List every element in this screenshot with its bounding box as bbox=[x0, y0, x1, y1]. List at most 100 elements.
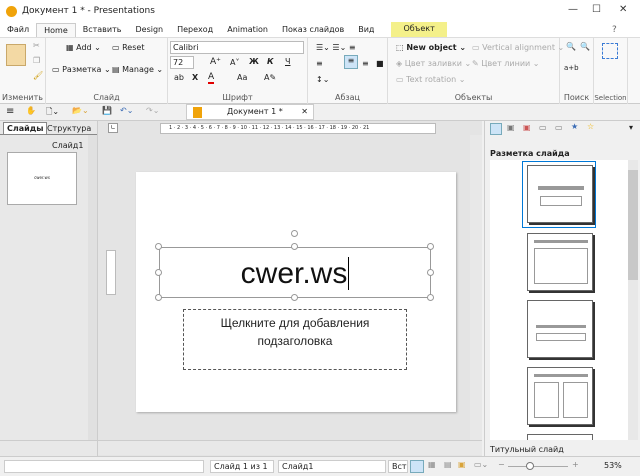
editor-vertical-scrollbar[interactable] bbox=[470, 135, 482, 440]
layout-title-slide[interactable] bbox=[527, 165, 593, 223]
layout-section-header[interactable] bbox=[527, 300, 593, 358]
tab-design[interactable]: Design bbox=[128, 23, 170, 38]
paste-icon[interactable] bbox=[6, 44, 26, 66]
resize-handle[interactable] bbox=[427, 269, 434, 276]
minimize-button[interactable]: — bbox=[568, 4, 578, 15]
vertical-ruler[interactable] bbox=[106, 250, 116, 295]
slide-thumbnail[interactable]: cwer.ws bbox=[7, 152, 77, 205]
object-icon[interactable]: ▭ bbox=[555, 123, 563, 132]
editor-horizontal-scrollbar[interactable] bbox=[98, 440, 482, 455]
justify-icon[interactable]: ■ bbox=[376, 59, 384, 68]
menu-icon[interactable]: ≡ bbox=[6, 106, 14, 117]
hand-icon[interactable]: ✋ bbox=[26, 106, 36, 115]
tab-slides[interactable]: Слайды bbox=[3, 122, 48, 134]
favorite-star-icon[interactable]: ☆ bbox=[587, 122, 594, 131]
align-right-icon[interactable]: ≡ bbox=[362, 59, 369, 68]
align-left-icon[interactable]: ≡ bbox=[316, 59, 323, 68]
font-size-select[interactable]: 72 bbox=[170, 56, 194, 69]
close-tab-icon[interactable]: ✕ bbox=[301, 105, 308, 119]
grow-font-icon[interactable]: A⁺ bbox=[210, 57, 221, 67]
vertical-alignment-button[interactable]: ▭ Vertical alignment ⌄ bbox=[472, 43, 564, 52]
layout-two-content[interactable] bbox=[527, 367, 593, 425]
tab-stop-icon[interactable]: ∟ bbox=[108, 123, 118, 133]
resize-handle[interactable] bbox=[427, 243, 434, 250]
normal-view-icon[interactable] bbox=[410, 460, 424, 473]
panel-menu-icon[interactable]: ▾ bbox=[629, 123, 633, 132]
new-object-button[interactable]: ⬚ New object ⌄ bbox=[396, 43, 466, 52]
design-icon[interactable]: ▣ bbox=[523, 123, 531, 132]
cut-icon[interactable]: ✂ bbox=[33, 41, 40, 50]
copy-icon[interactable]: ❐ bbox=[33, 56, 40, 65]
resize-handle[interactable] bbox=[155, 294, 162, 301]
bullets-icon[interactable]: ☰⌄ ☰⌄ ≡ bbox=[316, 43, 356, 52]
shrink-font-icon[interactable]: A˅ bbox=[230, 58, 239, 67]
layout-scrollbar[interactable] bbox=[628, 160, 638, 440]
animation-star-icon[interactable]: ★ bbox=[571, 122, 578, 131]
document-tab[interactable]: Документ 1 * ✕ bbox=[186, 104, 314, 120]
tab-insert[interactable]: Вставить bbox=[76, 23, 129, 38]
slide-sorter-icon[interactable]: ▦ bbox=[428, 460, 436, 469]
redo-icon[interactable]: ↷⌄ bbox=[146, 106, 159, 115]
horizontal-ruler[interactable]: 1 · 2 · 3 · 4 · 5 · 6 · 7 · 8 · 9 · 10 ·… bbox=[160, 123, 436, 134]
align-center-button[interactable]: ≡ bbox=[344, 55, 358, 69]
save-icon[interactable]: 💾 bbox=[102, 106, 112, 115]
italic-button[interactable]: К bbox=[267, 57, 274, 66]
replace-icon[interactable]: a+b bbox=[564, 64, 579, 72]
transition-icon[interactable]: ▣ bbox=[507, 123, 515, 132]
tab-slideshow[interactable]: Показ слайдов bbox=[275, 23, 351, 38]
zoom-slider-thumb[interactable] bbox=[526, 462, 534, 470]
insert-mode[interactable]: Вст bbox=[388, 460, 408, 473]
open-icon[interactable]: 📂⌄ bbox=[72, 106, 89, 115]
font-name-select[interactable]: Calibri bbox=[170, 41, 304, 54]
search-next-icon[interactable]: 🔍 bbox=[580, 42, 590, 51]
underline-button[interactable]: Ч bbox=[285, 57, 290, 66]
resize-handle[interactable] bbox=[291, 243, 298, 250]
tab-view[interactable]: Вид bbox=[351, 23, 381, 38]
zoom-out-button[interactable]: − bbox=[498, 460, 505, 469]
help-button[interactable]: ? bbox=[612, 25, 617, 35]
layout-title-content[interactable] bbox=[527, 233, 593, 291]
layout-button[interactable]: ▭ Разметка ⌄ bbox=[52, 65, 111, 74]
fill-color-button[interactable]: ◈ Цвет заливки ⌄ bbox=[396, 59, 471, 68]
master-icon[interactable]: ▭ bbox=[539, 123, 547, 132]
add-slide-button[interactable]: ▦ Add ⌄ bbox=[66, 43, 101, 52]
scroll-thumb[interactable] bbox=[628, 170, 638, 280]
close-button[interactable]: ✕ bbox=[619, 4, 627, 15]
line-spacing-icon[interactable]: ↕⌄ bbox=[316, 75, 329, 84]
rotate-handle[interactable] bbox=[291, 230, 298, 237]
tab-animation[interactable]: Animation bbox=[220, 23, 275, 38]
tab-transition[interactable]: Переход bbox=[170, 23, 220, 38]
bold-button[interactable]: Ж bbox=[249, 57, 259, 66]
maximize-button[interactable]: ☐ bbox=[592, 4, 601, 15]
clear-format-icon[interactable]: X bbox=[192, 73, 198, 82]
strikethrough-icon[interactable]: ab bbox=[174, 73, 184, 82]
layout-comparison[interactable] bbox=[527, 434, 593, 440]
zoom-slider[interactable] bbox=[508, 466, 568, 467]
subtitle-placeholder[interactable]: Щелкните для добавления подзаголовка bbox=[183, 309, 407, 370]
resize-handle[interactable] bbox=[155, 243, 162, 250]
line-color-button[interactable]: ✎ Цвет линии ⌄ bbox=[472, 59, 540, 68]
text-rotation-button[interactable]: ▭ Text rotation ⌄ bbox=[396, 75, 465, 84]
font-color-icon[interactable]: A bbox=[208, 72, 215, 84]
tab-outline[interactable]: Структура bbox=[44, 123, 94, 134]
layout-tab-icon[interactable] bbox=[490, 123, 502, 135]
title-placeholder[interactable]: cwer.ws bbox=[159, 247, 431, 298]
resize-handle[interactable] bbox=[155, 269, 162, 276]
manage-button[interactable]: ▤ Manage ⌄ bbox=[112, 65, 163, 74]
reset-button[interactable]: ▭ Reset bbox=[112, 43, 144, 52]
change-case-icon[interactable]: Aa bbox=[237, 73, 247, 82]
search-icon[interactable]: 🔍 bbox=[566, 42, 576, 51]
zoom-level[interactable]: 53% bbox=[604, 461, 622, 470]
format-painter-icon[interactable]: 🖌 bbox=[33, 71, 43, 80]
vertical-scrollbar[interactable] bbox=[88, 135, 97, 440]
tab-file[interactable]: Файл bbox=[0, 23, 36, 38]
character-format-icon[interactable]: A✎ bbox=[264, 73, 276, 82]
resize-handle[interactable] bbox=[427, 294, 434, 301]
undo-icon[interactable]: ↶⌄ bbox=[120, 106, 133, 115]
selection-icon[interactable] bbox=[602, 43, 618, 59]
notes-view-icon[interactable]: ▤ bbox=[444, 460, 452, 469]
zoom-in-button[interactable]: + bbox=[572, 460, 579, 469]
horizontal-scrollbar[interactable] bbox=[0, 440, 97, 455]
new-document-icon[interactable]: 🗋⌄ bbox=[46, 106, 59, 120]
handout-icon[interactable]: ▣ bbox=[458, 460, 466, 469]
